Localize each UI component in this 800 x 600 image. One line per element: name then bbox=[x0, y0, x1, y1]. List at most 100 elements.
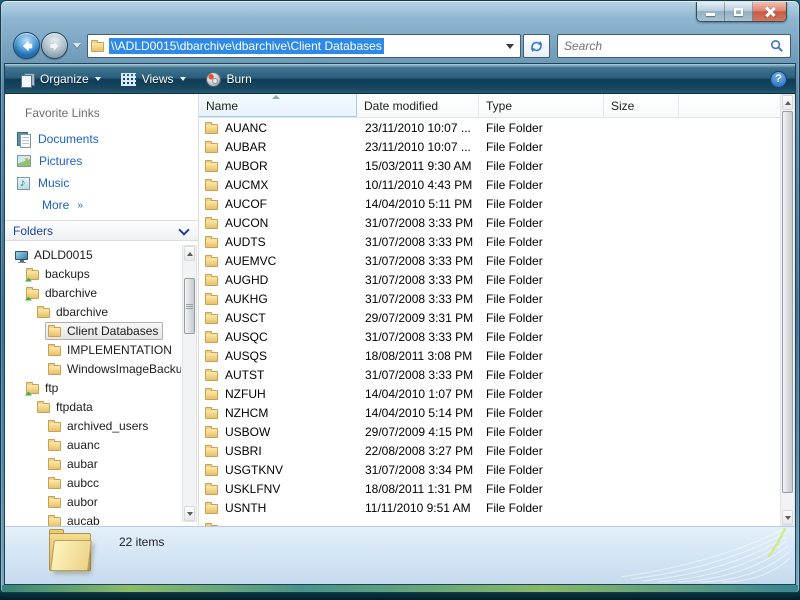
back-button[interactable] bbox=[13, 32, 40, 59]
file-date-modified: 18/08/2011 3:08 PM bbox=[357, 349, 479, 363]
tree-item[interactable]: aubar bbox=[5, 454, 181, 473]
table-row[interactable]: USGTKNV 31/07/2008 3:34 PM File Folder bbox=[199, 460, 780, 479]
folders-band[interactable]: Folders bbox=[5, 220, 198, 241]
file-date-modified: 29/07/2009 4:15 PM bbox=[357, 425, 479, 439]
table-row[interactable]: AUSQC 31/07/2008 3:33 PM File Folder bbox=[199, 327, 780, 346]
tree-scrollbar-thumb[interactable] bbox=[184, 278, 195, 334]
tree-item[interactable]: aubor bbox=[5, 492, 181, 511]
views-button[interactable]: Views bbox=[113, 69, 194, 89]
table-row[interactable]: AUCOF 14/04/2010 5:11 PM File Folder bbox=[199, 194, 780, 213]
folder-icon bbox=[205, 257, 218, 267]
command-toolbar: Organize Views Burn bbox=[5, 64, 795, 94]
search-input[interactable] bbox=[558, 36, 770, 56]
table-row[interactable]: USKLFNV 18/08/2011 1:31 PM File Folder bbox=[199, 479, 780, 498]
close-button[interactable] bbox=[753, 2, 786, 21]
column-header-type[interactable]: Type bbox=[479, 94, 604, 117]
table-row[interactable]: AUANC 23/11/2010 10:07 ... File Folder bbox=[199, 118, 780, 137]
table-row[interactable]: AUCON 31/07/2008 3:33 PM File Folder bbox=[199, 213, 780, 232]
table-row-partial[interactable] bbox=[199, 517, 780, 526]
search-box bbox=[557, 34, 791, 58]
tree-item-label: dbarchive bbox=[45, 286, 97, 300]
selected-folder-icon bbox=[49, 531, 93, 575]
folder-icon bbox=[48, 365, 61, 375]
tree-item[interactable]: aucab bbox=[5, 511, 181, 526]
explorer-window: \\ADLD0015\dbarchive\dbarchive\Client Da… bbox=[0, 0, 800, 593]
tree-item[interactable]: backups bbox=[5, 264, 181, 283]
table-row[interactable]: AUBAR 23/11/2010 10:07 ... File Folder bbox=[199, 137, 780, 156]
table-row[interactable]: AUDTS 31/07/2008 3:33 PM File Folder bbox=[199, 232, 780, 251]
organize-button[interactable]: Organize bbox=[13, 69, 109, 89]
table-row[interactable]: USNTH 11/11/2010 9:51 AM File Folder bbox=[199, 498, 780, 517]
file-type: File Folder bbox=[479, 216, 604, 230]
file-date-modified: 18/08/2011 1:31 PM bbox=[357, 482, 479, 496]
search-icon[interactable] bbox=[770, 39, 784, 53]
favorite-link[interactable]: Music bbox=[5, 172, 198, 194]
table-row[interactable]: USBRI 22/08/2008 3:27 PM File Folder bbox=[199, 441, 780, 460]
recent-pages-dropdown[interactable] bbox=[73, 43, 81, 48]
tree-item[interactable]: dbarchive bbox=[5, 302, 181, 321]
burn-button[interactable]: Burn bbox=[198, 69, 260, 90]
table-row[interactable]: AUBOR 15/03/2011 9:30 AM File Folder bbox=[199, 156, 780, 175]
burn-label: Burn bbox=[227, 72, 252, 86]
tree-item[interactable]: WindowsImageBackup bbox=[5, 359, 181, 378]
tree-item-label: dbarchive bbox=[56, 305, 108, 319]
tree-item[interactable]: ADLD0015 bbox=[5, 245, 181, 264]
column-header-size[interactable]: Size bbox=[604, 94, 679, 117]
list-scrollbar-thumb[interactable] bbox=[782, 111, 793, 493]
tree-item[interactable]: dbarchive bbox=[5, 283, 181, 302]
scroll-down-icon[interactable] bbox=[184, 506, 195, 521]
refresh-button[interactable] bbox=[523, 34, 550, 58]
tree-item[interactable]: IMPLEMENTATION bbox=[5, 340, 181, 359]
file-type: File Folder bbox=[479, 463, 604, 477]
tree-item[interactable]: ftpdata bbox=[5, 397, 181, 416]
file-date-modified: 31/07/2008 3:33 PM bbox=[357, 368, 479, 382]
table-row[interactable]: AUSQS 18/08/2011 3:08 PM File Folder bbox=[199, 346, 780, 365]
file-date-modified: 31/07/2008 3:33 PM bbox=[357, 254, 479, 268]
column-header-date-modified[interactable]: Date modified bbox=[357, 94, 479, 117]
scroll-down-icon[interactable] bbox=[782, 510, 793, 525]
tree-item-label: aubcc bbox=[67, 476, 99, 490]
file-name: AUKHG bbox=[225, 292, 268, 306]
tree-item-label: IMPLEMENTATION bbox=[67, 343, 172, 357]
table-row[interactable]: AUKHG 31/07/2008 3:33 PM File Folder bbox=[199, 289, 780, 308]
folder-icon bbox=[48, 517, 61, 527]
file-type: File Folder bbox=[479, 482, 604, 496]
tree-item[interactable]: aubcc bbox=[5, 473, 181, 492]
table-row[interactable]: AUSCT 29/07/2009 3:31 PM File Folder bbox=[199, 308, 780, 327]
table-row[interactable]: USBOW 29/07/2009 4:15 PM File Folder bbox=[199, 422, 780, 441]
forward-button[interactable] bbox=[41, 32, 68, 59]
sort-ascending-icon bbox=[272, 95, 280, 99]
shared-folder-icon bbox=[26, 270, 39, 280]
views-label: Views bbox=[142, 72, 174, 86]
table-row[interactable]: NZFUH 14/04/2010 1:07 PM File Folder bbox=[199, 384, 780, 403]
window-bottom-frame bbox=[2, 585, 798, 592]
back-arrow-icon bbox=[19, 38, 35, 54]
favorite-link[interactable]: Documents bbox=[5, 128, 198, 150]
favorite-link[interactable]: Pictures bbox=[5, 150, 198, 172]
more-links-button[interactable]: More » bbox=[5, 194, 198, 216]
table-row[interactable]: AUCMX 10/11/2010 4:43 PM File Folder bbox=[199, 175, 780, 194]
folder-icon bbox=[48, 479, 61, 489]
tree-item[interactable]: ftp bbox=[5, 378, 181, 397]
file-name: AUCOF bbox=[225, 197, 267, 211]
file-name: AUDTS bbox=[225, 235, 266, 249]
table-row[interactable]: NZHCM 14/04/2010 5:14 PM File Folder bbox=[199, 403, 780, 422]
tree-item[interactable]: auanc bbox=[5, 435, 181, 454]
tree-item[interactable]: Client Databases bbox=[5, 321, 181, 340]
scroll-up-icon[interactable] bbox=[782, 95, 793, 110]
file-type: File Folder bbox=[479, 501, 604, 515]
list-scrollbar[interactable] bbox=[780, 94, 795, 526]
column-header-name[interactable]: Name bbox=[199, 94, 357, 117]
tree-item[interactable]: archived_users bbox=[5, 416, 181, 435]
minimize-button[interactable] bbox=[697, 2, 725, 21]
tree-item-label: auanc bbox=[67, 438, 100, 452]
table-row[interactable]: AUGHD 31/07/2008 3:33 PM File Folder bbox=[199, 270, 780, 289]
table-row[interactable]: AUTST 31/07/2008 3:33 PM File Folder bbox=[199, 365, 780, 384]
tree-scrollbar[interactable] bbox=[182, 245, 197, 522]
address-bar[interactable]: \\ADLD0015\dbarchive\dbarchive\Client Da… bbox=[87, 34, 521, 58]
table-row[interactable]: AUEMVC 31/07/2008 3:33 PM File Folder bbox=[199, 251, 780, 270]
help-button[interactable] bbox=[770, 71, 787, 88]
address-dropdown-icon[interactable] bbox=[506, 44, 514, 49]
scroll-up-icon[interactable] bbox=[184, 246, 195, 261]
maximize-button[interactable] bbox=[725, 2, 753, 21]
